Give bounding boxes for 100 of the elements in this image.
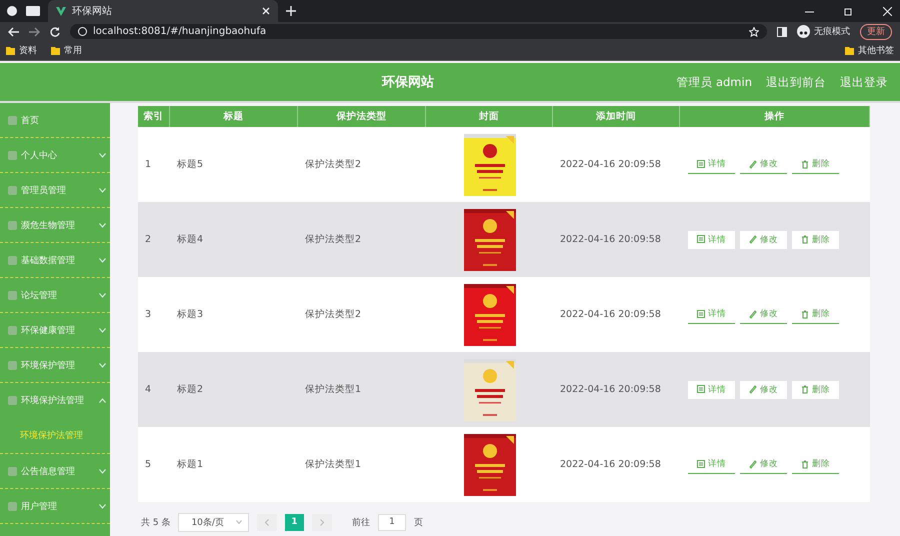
new-tab-icon[interactable] xyxy=(286,6,296,16)
menu-item[interactable]: 濒危生物管理 xyxy=(0,208,110,243)
menu-item[interactable]: 管理员管理 xyxy=(0,173,110,208)
reload-icon[interactable] xyxy=(50,26,60,36)
chevron-icon xyxy=(99,362,106,368)
action-button[interactable]: 详情 xyxy=(688,156,735,174)
table-cell: 标题4 xyxy=(170,202,298,277)
table-cell: 保护法类型2 xyxy=(298,277,426,352)
menu-item[interactable]: 公告信息管理 xyxy=(0,454,110,489)
column-header: 添加时间 xyxy=(553,106,680,127)
table-cell: 2022-04-16 20:09:58 xyxy=(553,352,680,427)
menu-item[interactable]: 基础数据管理 xyxy=(0,243,110,278)
trash-icon xyxy=(801,160,809,168)
menu-item[interactable]: 用户管理 xyxy=(0,489,110,524)
pencil-icon xyxy=(749,310,757,318)
action-button[interactable]: 删除 xyxy=(792,230,839,248)
back-icon[interactable] xyxy=(8,26,19,36)
table-cell: 标题1 xyxy=(170,427,298,502)
folder-icon xyxy=(6,46,15,55)
close-icon[interactable] xyxy=(883,6,892,16)
folder-icon xyxy=(51,46,60,55)
chevron-icon xyxy=(99,152,106,158)
total-count: 共 5 条 xyxy=(141,516,170,528)
menu-item[interactable]: 环境保护法管理 xyxy=(0,383,110,418)
update-button[interactable]: 更新 xyxy=(860,24,892,40)
menu-item[interactable]: 环境保护管理 xyxy=(0,348,110,383)
document-icon xyxy=(697,460,705,468)
menu-item[interactable]: 首页 xyxy=(0,103,110,138)
chevron-icon xyxy=(99,328,106,332)
document-icon xyxy=(697,235,705,244)
trash-icon xyxy=(801,460,809,468)
document-icon xyxy=(697,310,705,318)
action-button[interactable]: 修改 xyxy=(740,306,787,324)
table-cell: 2022-04-16 20:09:58 xyxy=(553,127,680,202)
chevron-icon xyxy=(99,398,106,403)
bookmark[interactable]: 资料 xyxy=(6,44,37,57)
action-button[interactable]: 删除 xyxy=(792,306,839,324)
action-button[interactable]: 详情 xyxy=(688,380,735,398)
column-header: 索引 xyxy=(138,106,170,127)
bookmark[interactable]: 其他书签 xyxy=(845,44,894,57)
browser-tab[interactable]: 环保网站 xyxy=(48,0,278,22)
page-suffix: 页 xyxy=(414,516,423,528)
trash-icon xyxy=(801,235,809,244)
profile-label: 无痕模式 xyxy=(814,26,850,38)
column-header: 标题 xyxy=(170,106,298,127)
action-button[interactable]: 删除 xyxy=(792,380,839,398)
address-bar[interactable]: localhost:8081/#/huanjingbaohufa xyxy=(70,24,767,39)
bookmark[interactable]: 常用 xyxy=(51,44,82,57)
goto-label: 前往 xyxy=(352,516,370,528)
table-cell: 2 xyxy=(138,202,170,277)
chevron-icon xyxy=(99,222,106,228)
chevron-icon xyxy=(99,292,106,298)
incognito-icon xyxy=(797,25,810,38)
folder-icon xyxy=(845,46,854,55)
v-logo-icon xyxy=(56,6,66,16)
action-button[interactable]: 修改 xyxy=(740,230,787,248)
action-button[interactable]: 修改 xyxy=(740,456,787,474)
menu-item[interactable]: 环保健康管理 xyxy=(0,313,110,348)
menu-item[interactable]: 论坛管理 xyxy=(0,278,110,313)
document-icon xyxy=(697,160,705,168)
url-text: localhost:8081/#/huanjingbaohufa xyxy=(93,26,268,37)
chevron-icon xyxy=(236,520,242,524)
action-button[interactable]: 修改 xyxy=(740,156,787,174)
action-button[interactable]: 详情 xyxy=(688,456,735,474)
sidebar-icon[interactable] xyxy=(777,26,787,36)
action-button[interactable]: 删除 xyxy=(792,456,839,474)
pencil-icon xyxy=(749,235,757,244)
action-button[interactable]: 详情 xyxy=(688,306,735,324)
page-button[interactable]: 1 xyxy=(284,514,304,530)
table-cell: 保护法类型2 xyxy=(298,127,426,202)
table-cell: 保护法类型2 xyxy=(298,202,426,277)
tab-title: 环保网站 xyxy=(72,4,113,18)
action-button[interactable]: 删除 xyxy=(792,156,839,174)
action-button[interactable]: 详情 xyxy=(688,230,735,248)
chevron-icon xyxy=(99,188,106,192)
page-size-select[interactable]: 10条/页 xyxy=(178,512,249,532)
menu-item[interactable]: 个人中心 xyxy=(0,138,110,173)
submenu-item[interactable]: 环境保护法管理 xyxy=(0,418,110,454)
chevron-left-icon xyxy=(264,518,269,526)
pencil-icon xyxy=(749,460,757,468)
header-link[interactable]: 退出登录 xyxy=(840,74,888,90)
action-button[interactable]: 修改 xyxy=(740,380,787,398)
star-icon[interactable] xyxy=(749,26,759,36)
close-icon[interactable] xyxy=(262,7,270,15)
table-cell: 1 xyxy=(138,127,170,202)
header-link[interactable]: 退出到前台 xyxy=(766,74,826,90)
table-cell: 3 xyxy=(138,277,170,352)
goto-page-field[interactable]: 1 xyxy=(378,514,406,530)
restore-icon[interactable] xyxy=(844,6,853,16)
pencil-icon xyxy=(749,385,757,394)
trash-icon xyxy=(801,310,809,318)
table-cell: 保护法类型1 xyxy=(298,352,426,427)
header-link[interactable]: 管理员 admin xyxy=(676,74,752,90)
forward-icon[interactable] xyxy=(29,26,40,36)
table-cell: 保护法类型1 xyxy=(298,427,426,502)
column-header: 保护法类型 xyxy=(298,106,426,127)
column-header: 封面 xyxy=(426,106,553,127)
chevron-right-icon xyxy=(320,518,324,526)
trash-icon xyxy=(801,385,809,394)
table-cell: 标题3 xyxy=(170,277,298,352)
